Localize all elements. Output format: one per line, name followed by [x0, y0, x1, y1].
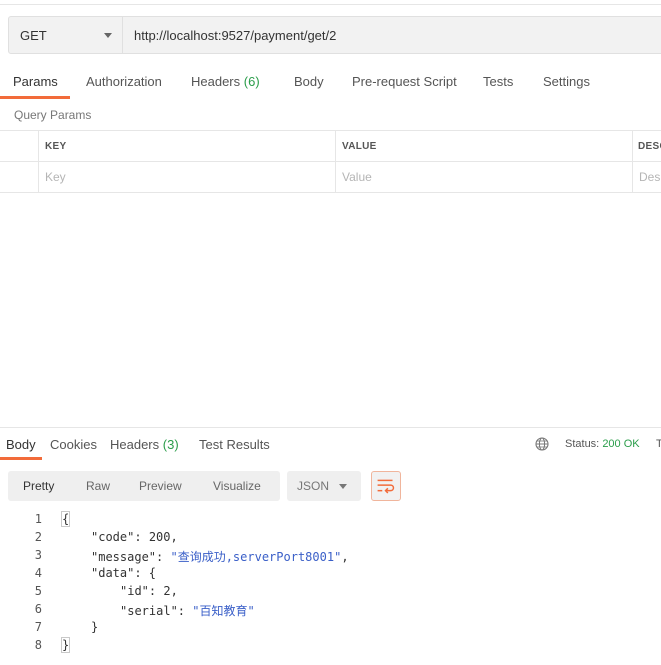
response-tab-test-results[interactable]: Test Results — [199, 437, 270, 452]
line-number: 2 — [34, 530, 42, 544]
query-params-title: Query Params — [14, 108, 92, 122]
view-raw-button[interactable]: Raw — [86, 479, 110, 493]
code-line: "data": { — [91, 566, 157, 580]
top-divider — [0, 4, 661, 5]
value-input[interactable]: Value — [342, 170, 372, 184]
line-number: 4 — [34, 566, 42, 580]
code-line: "id": 2, — [120, 584, 178, 598]
json-key: "code" — [91, 530, 135, 544]
tab-pre-request-script[interactable]: Pre-request Script — [352, 74, 457, 89]
json-key: "data" — [91, 566, 135, 580]
method-label: GET — [20, 28, 47, 43]
line-number: 6 — [34, 602, 42, 616]
line-number: 1 — [34, 512, 42, 526]
json-key: "serial" — [120, 604, 178, 618]
tab-headers-label: Headers — [191, 74, 241, 89]
response-divider — [0, 427, 661, 428]
json-key: "id" — [120, 584, 149, 598]
active-tab-indicator — [0, 96, 70, 99]
view-preview-button[interactable]: Preview — [139, 479, 182, 493]
format-label: JSON — [297, 479, 330, 493]
tab-params[interactable]: Params — [13, 74, 58, 89]
response-headers-count: (3) — [162, 437, 179, 452]
tab-body[interactable]: Body — [294, 74, 324, 89]
format-select[interactable]: JSON — [287, 471, 361, 501]
line-number: 8 — [34, 638, 42, 652]
json-number: 2 — [163, 584, 171, 598]
tab-headers[interactable]: Headers (6) — [191, 74, 260, 89]
code-line: "code": 200, — [91, 530, 178, 544]
chevron-down-icon — [104, 33, 112, 38]
code-line: "serial": "百知教育" — [120, 604, 255, 618]
column-header-value: VALUE — [342, 141, 377, 152]
wrap-lines-button[interactable] — [371, 471, 401, 501]
json-string: "查询成功,serverPort8001" — [170, 550, 342, 564]
globe-icon[interactable] — [535, 437, 549, 451]
code-line: { — [60, 511, 71, 527]
tab-settings[interactable]: Settings — [543, 74, 590, 89]
tab-authorization[interactable]: Authorization — [86, 74, 162, 89]
response-tab-body[interactable]: Body — [6, 437, 36, 452]
status-label: Status: — [565, 438, 600, 450]
table-bottom-border — [0, 192, 661, 193]
url-text: http://localhost:9527/payment/get/2 — [134, 28, 337, 43]
response-active-tab-indicator — [0, 457, 42, 460]
view-mode-group: Pretty Raw Preview Visualize — [8, 471, 280, 501]
method-select[interactable]: GET — [8, 16, 123, 54]
code-line: } — [60, 637, 71, 653]
table-col-divider — [632, 130, 633, 192]
response-tab-headers[interactable]: Headers (3) — [110, 437, 179, 452]
view-visualize-button[interactable]: Visualize — [213, 479, 261, 493]
chevron-down-icon — [339, 484, 347, 489]
json-string: "百知教育" — [192, 604, 255, 618]
headers-count-badge: (6) — [243, 74, 260, 89]
wrap-lines-icon — [377, 479, 395, 494]
table-header-border — [0, 161, 661, 162]
line-number: 7 — [34, 620, 42, 634]
code-line: "message": "查询成功,serverPort8001", — [91, 550, 349, 564]
code-line: } — [91, 620, 98, 634]
response-tab-headers-label: Headers — [110, 437, 160, 452]
status-indicator: Status: 200 OK — [565, 438, 640, 450]
open-brace: { — [60, 511, 71, 527]
table-col-divider — [38, 130, 39, 192]
response-tab-cookies[interactable]: Cookies — [50, 437, 97, 452]
json-key: "message" — [91, 550, 157, 564]
column-header-description: DESC — [638, 141, 661, 152]
status-value: 200 OK — [602, 438, 640, 450]
table-top-border — [0, 130, 661, 131]
time-label-cutoff: T — [656, 438, 661, 450]
view-pretty-button[interactable]: Pretty — [23, 479, 54, 493]
tab-tests[interactable]: Tests — [483, 74, 513, 89]
close-brace: } — [60, 637, 71, 653]
line-number: 5 — [34, 584, 42, 598]
column-header-key: KEY — [45, 141, 67, 152]
json-number: 200 — [148, 530, 171, 544]
url-input[interactable]: http://localhost:9527/payment/get/2 — [123, 16, 661, 54]
key-input[interactable]: Key — [45, 170, 66, 184]
inner-close-brace: } — [91, 620, 99, 634]
description-input[interactable]: Des — [639, 170, 660, 184]
table-col-divider — [335, 130, 336, 192]
line-number: 3 — [34, 548, 42, 562]
